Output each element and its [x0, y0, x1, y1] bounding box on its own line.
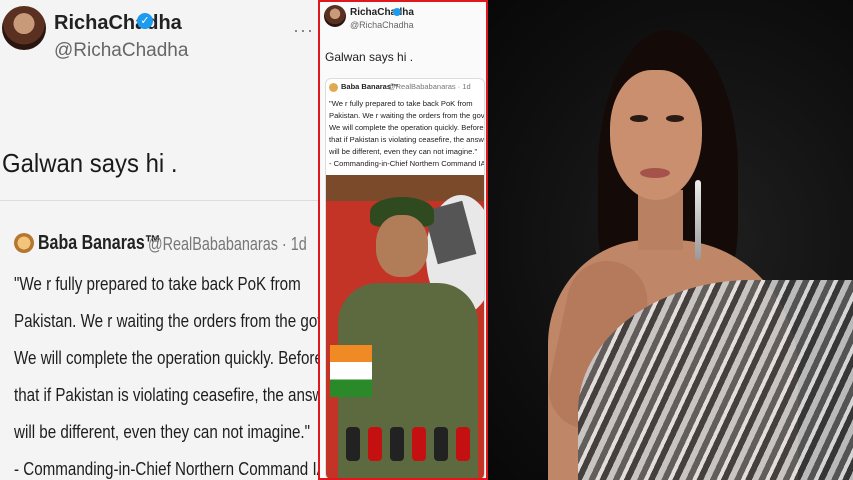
user-handle[interactable]: @RichaChadha [350, 20, 414, 30]
quoted-handle[interactable]: @RealBababanaras · 1d [148, 234, 307, 255]
avatar[interactable] [2, 6, 46, 50]
quoted-text-line: that if Pakistan is violating ceasefire,… [14, 384, 318, 405]
quoted-display-name[interactable]: Baba Banaras™ [38, 232, 161, 255]
verified-badge-icon [393, 8, 401, 16]
earring [695, 180, 701, 260]
portrait-photo [488, 0, 853, 480]
quoted-avatar[interactable] [14, 233, 34, 253]
quoted-text-line: - Commanding-in-Chief Northern Command I… [329, 159, 485, 168]
verified-badge-icon: ✓ [137, 13, 153, 29]
display-name[interactable]: RichaChadha [54, 12, 182, 35]
quoted-text-line: that if Pakistan is violating ceasefire,… [329, 135, 485, 144]
microphone-icon [368, 427, 382, 461]
right-eye [666, 115, 684, 122]
more-options-icon[interactable]: ··· [293, 20, 314, 41]
microphones [346, 411, 476, 461]
officer-face [376, 215, 428, 277]
microphone-icon [456, 427, 470, 461]
quoted-text-line: - Commanding-in-Chief Northern Command I… [14, 458, 318, 479]
quoted-text-line: "We r fully prepared to take back PoK fr… [14, 273, 301, 294]
tweet-zoomed: RichaChadha ✓ @RichaChadha ··· Galwan sa… [0, 0, 318, 480]
face [610, 70, 702, 200]
microphone-icon [434, 427, 448, 461]
quoted-text-line: We will complete the operation quickly. … [329, 123, 484, 132]
quoted-tweet[interactable]: Baba Banaras™ @RealBababanaras · 1d "We … [0, 200, 318, 480]
quoted-text-line: "We r fully prepared to take back PoK fr… [329, 99, 473, 108]
quoted-text-line: will be different, even they can not ima… [14, 421, 311, 442]
tweet-text: Galwan says hi . [325, 50, 414, 64]
microphone-icon [346, 427, 360, 461]
indian-flag-icon [330, 345, 372, 397]
display-name[interactable]: RichaChadha [350, 7, 414, 18]
left-eye [630, 115, 648, 122]
quoted-handle[interactable]: @RealBababanaras · 1d [388, 82, 471, 91]
quoted-tweet[interactable]: Baba Banaras™ @RealBababanaras · 1d "We … [325, 78, 485, 478]
quoted-text-line: Pakistan. We r waiting the orders from t… [329, 111, 485, 120]
user-handle[interactable]: @RichaChadha [54, 40, 188, 62]
lips [640, 168, 670, 178]
quoted-text-line: We will complete the operation quickly. … [14, 347, 318, 368]
quoted-text-line: Pakistan. We r waiting the orders from t… [14, 310, 318, 331]
microphone-icon [412, 427, 426, 461]
quoted-avatar[interactable] [329, 83, 338, 92]
quoted-text-line: will be different, even they can not ima… [329, 147, 478, 156]
tweet-original: RichaChadha @RichaChadha Galwan says hi … [318, 0, 488, 480]
quoted-tweet-photo[interactable] [326, 175, 484, 478]
avatar[interactable] [324, 5, 346, 27]
tweet-text: Galwan says hi . [2, 148, 178, 178]
microphone-icon [390, 427, 404, 461]
